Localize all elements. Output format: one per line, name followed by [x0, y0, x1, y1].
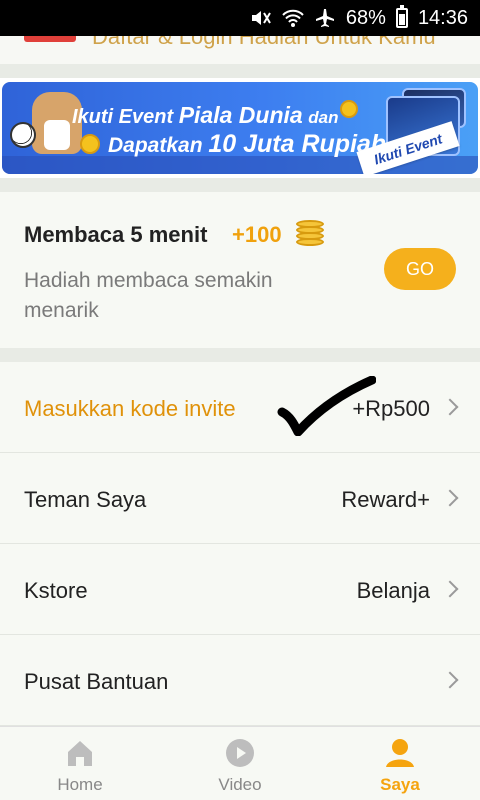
menu-item-value: Belanja	[356, 578, 430, 603]
top-strip-text: Daftar & Login Hadiah Untuk Kamu	[92, 36, 436, 49]
menu-item-invite-code[interactable]: Masukkan kode invite +Rp500	[0, 362, 480, 453]
menu-item-label: Pusat Bantuan	[24, 669, 169, 694]
battery-percent: 68%	[345, 6, 386, 29]
wifi-icon	[282, 8, 304, 28]
mute-icon	[250, 8, 272, 28]
banner-text-d: Dapatkan	[108, 134, 203, 157]
bottom-nav: Home Video Saya	[0, 726, 480, 800]
coin-icon	[80, 134, 100, 154]
coin-stack-icon	[296, 218, 330, 248]
top-strip[interactable]: Daftar & Login Hadiah Untuk Kamu	[0, 36, 480, 64]
menu-item-label: Masukkan kode invite	[24, 396, 236, 421]
menu-item-label: Teman Saya	[24, 487, 147, 512]
divider	[0, 64, 480, 78]
tab-label: Home	[57, 775, 103, 794]
menu-item-value: Reward+	[341, 487, 430, 512]
coin-icon	[340, 100, 358, 118]
user-icon	[386, 739, 414, 767]
go-button[interactable]: GO	[384, 248, 456, 290]
task-description: Hadiah membaca semakin menarik	[24, 269, 273, 322]
chevron-right-icon	[441, 398, 459, 416]
soccer-ball-icon	[10, 122, 36, 148]
chevron-right-icon	[441, 489, 459, 507]
task-title: Membaca 5 menit	[24, 222, 208, 247]
clock: 14:36	[417, 6, 468, 29]
banner-section: Ikuti Event Piala Dunia dan Dapatkan 10 …	[0, 78, 480, 178]
menu-item-label: Kstore	[24, 578, 88, 603]
menu-list: Masukkan kode invite +Rp500 Teman Saya R…	[0, 362, 480, 726]
menu-item-kstore[interactable]: Kstore Belanja	[0, 544, 480, 635]
battery-icon	[395, 5, 408, 28]
tab-video[interactable]: Video	[160, 727, 320, 800]
divider	[0, 348, 480, 362]
banner-subheadline: Dapatkan 10 Juta Rupiah	[108, 130, 386, 159]
menu-item-help-center[interactable]: Pusat Bantuan	[0, 635, 480, 726]
divider	[0, 178, 480, 192]
chevron-right-icon	[441, 580, 459, 598]
tab-label: Saya	[380, 775, 420, 794]
tab-profile[interactable]: Saya	[320, 727, 480, 800]
tab-label: Video	[218, 775, 262, 794]
menu-item-value: +Rp500	[352, 396, 430, 421]
menu-item-my-friends[interactable]: Teman Saya Reward+	[0, 453, 480, 544]
tab-home[interactable]: Home	[0, 727, 160, 800]
home-icon	[68, 741, 92, 766]
chevron-right-icon	[441, 671, 459, 689]
banner-text-c: dan	[308, 108, 339, 127]
task-bonus: +100	[232, 222, 282, 247]
top-strip-badge	[24, 36, 76, 42]
reading-task-card: Membaca 5 menit +100 Hadiah membaca sema…	[0, 192, 480, 348]
banner-text-a: Ikuti Event	[72, 106, 174, 128]
banner-text-b: Piala Dunia	[178, 102, 303, 128]
airplane-icon	[314, 8, 336, 28]
event-banner[interactable]: Ikuti Event Piala Dunia dan Dapatkan 10 …	[2, 82, 478, 174]
banner-headline: Ikuti Event Piala Dunia dan	[72, 102, 338, 129]
play-icon	[226, 739, 254, 767]
status-bar: 68% 14:36	[0, 0, 480, 36]
